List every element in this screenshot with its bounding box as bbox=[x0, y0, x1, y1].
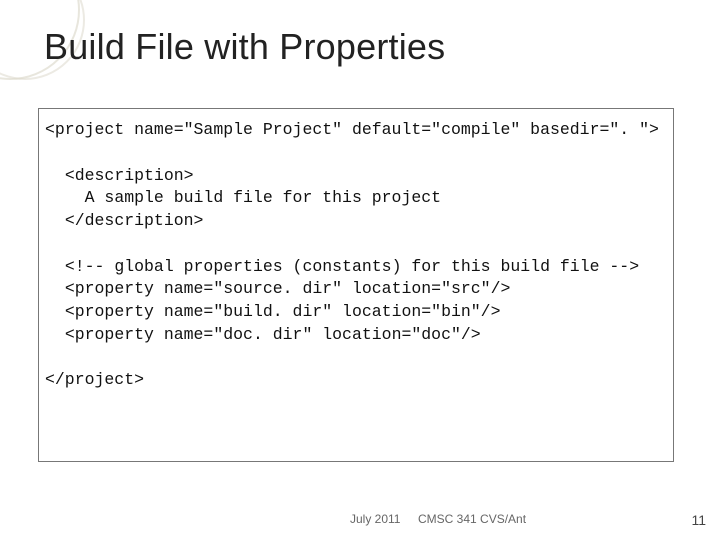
slide: Build File with Properties <project name… bbox=[0, 0, 720, 540]
footer-course: CMSC 341 CVS/Ant bbox=[418, 512, 526, 526]
code-line: <!-- global properties (constants) for t… bbox=[45, 257, 639, 276]
page-number: 11 bbox=[691, 512, 706, 528]
code-line: <property name="source. dir" location="s… bbox=[45, 279, 510, 298]
page-title: Build File with Properties bbox=[44, 26, 445, 68]
code-line: <property name="build. dir" location="bi… bbox=[45, 302, 500, 321]
footer-date: July 2011 bbox=[350, 512, 400, 526]
code-line: </description> bbox=[45, 211, 203, 230]
code-line: </project> bbox=[45, 370, 144, 389]
code-line: <description> bbox=[45, 166, 194, 185]
code-block: <project name="Sample Project" default="… bbox=[38, 108, 674, 462]
code-line: <project name="Sample Project" default="… bbox=[45, 120, 659, 139]
code-line: <property name="doc. dir" location="doc"… bbox=[45, 325, 481, 344]
code-line: A sample build file for this project bbox=[45, 188, 441, 207]
